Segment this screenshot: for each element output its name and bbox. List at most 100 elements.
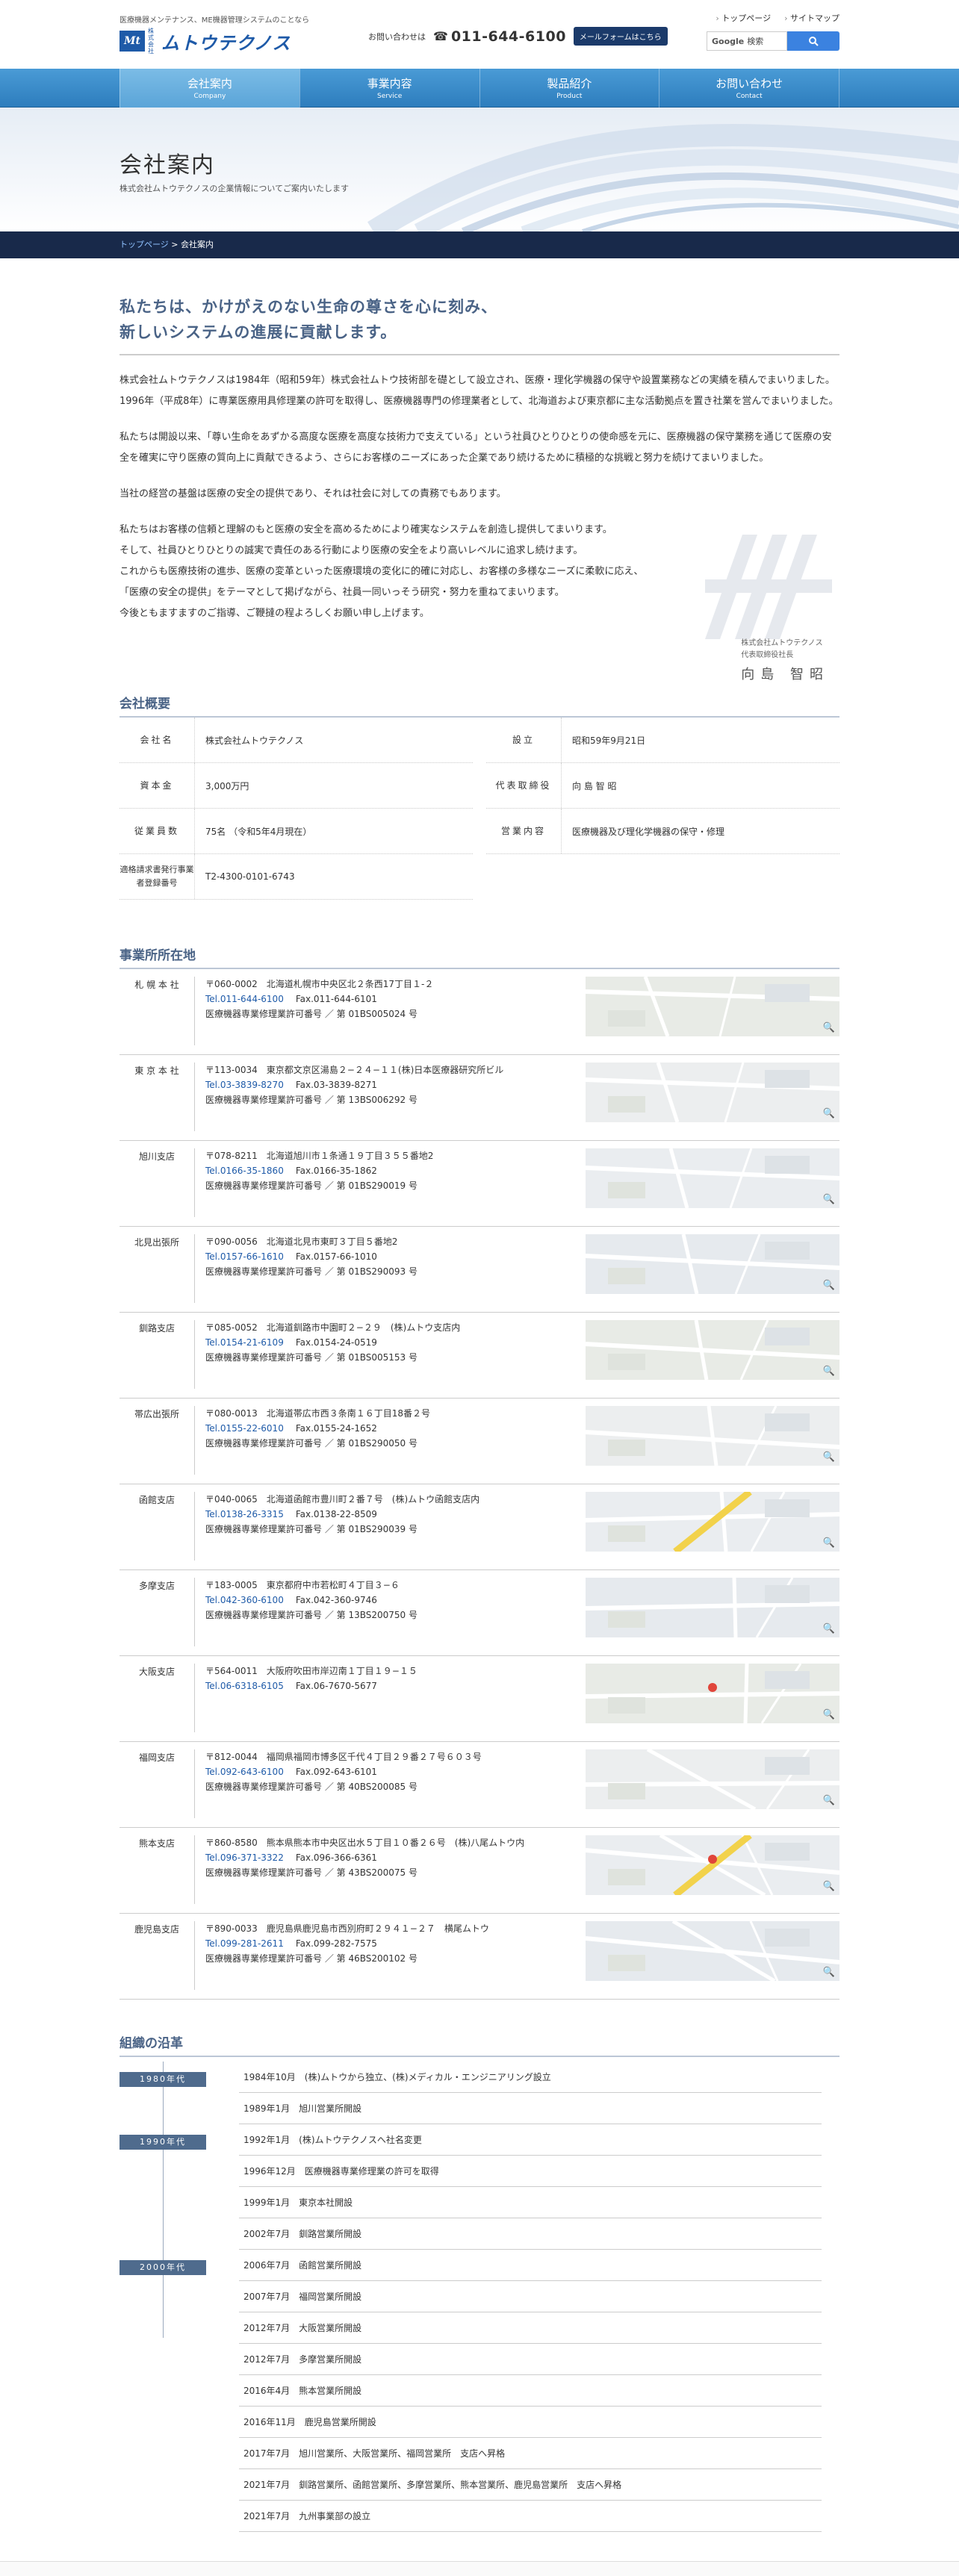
office-license: 医療機器専業修理業許可番号 ／ 第 01BS005024 号	[205, 1009, 418, 1019]
lead-line: 新しいシステムの進展に貢献します。	[120, 323, 397, 341]
office-fax: Fax.0157-66-1010	[295, 1251, 377, 1262]
office-address: 〒078-8211 北海道旭川市１条通１９丁目３５５番地2	[205, 1151, 434, 1161]
office-tel[interactable]: Tel.092-643-6100	[205, 1767, 284, 1777]
office-map[interactable]: 🔍	[586, 1835, 839, 1895]
office-map[interactable]: 🔍	[586, 1406, 839, 1466]
lead-line: 私たちは、かけがえのない生命の尊さを心に刻み、	[120, 298, 497, 316]
zoom-icon[interactable]: 🔍	[823, 1280, 835, 1291]
office-fax: Fax.06-7670-5677	[295, 1681, 377, 1691]
office-tel[interactable]: Tel.0157-66-1610	[205, 1251, 284, 1262]
office-info: 〒085-0052 北海道釧路市中園町２−２９ (株)ムトウ支店内 Tel.015…	[194, 1320, 572, 1389]
history-event: 1999年1月 東京本社開設	[239, 2187, 822, 2218]
office-fax: Fax.0138-22-8509	[295, 1509, 377, 1519]
zoom-icon[interactable]: 🔍	[823, 1709, 835, 1720]
site-logo[interactable]: 医療機器メンテナンス、ME機器管理システムのことなら Mt 株式会社 ムトウテク…	[120, 13, 321, 55]
office-map[interactable]: 🔍	[586, 1320, 839, 1380]
office-tel[interactable]: Tel.042-360-6100	[205, 1595, 284, 1605]
office-map[interactable]: 🔍	[586, 1578, 839, 1637]
office-tel[interactable]: Tel.099-281-2611	[205, 1938, 284, 1949]
nav-item-company[interactable]: 会社案内 Company	[120, 69, 300, 108]
nav-item-service[interactable]: 事業内容 Service	[299, 69, 480, 108]
office-map[interactable]: 🔍	[586, 1234, 839, 1294]
office-tel[interactable]: Tel.0166-35-1860	[205, 1166, 284, 1176]
history-event: 1984年10月 (株)ムトウから独立、(株)メディカル・エンジニアリング設立	[239, 2062, 822, 2093]
row-value: 株式会社ムトウテクノス	[194, 718, 473, 762]
history-event: 2017年7月 旭川営業所、大阪営業所、福岡営業所 支店へ昇格	[239, 2438, 822, 2469]
office-map[interactable]: 🔍	[586, 977, 839, 1036]
history-event: 2002年7月 釧路営業所開設	[239, 2218, 822, 2250]
era-label: 1980年代	[120, 2072, 206, 2087]
office-tel[interactable]: Tel.03-3839-8270	[205, 1080, 284, 1090]
row-value: 75名 （令和5年4月現在）	[194, 809, 473, 853]
zoom-icon[interactable]: 🔍	[823, 1366, 835, 1377]
search-input[interactable]: Google 検索	[707, 31, 787, 51]
zoom-icon[interactable]: 🔍	[823, 1623, 835, 1634]
office-tel[interactable]: Tel.0155-22-6010	[205, 1423, 284, 1434]
office-fax: Fax.092-643-6101	[295, 1767, 377, 1777]
search-placeholder: 検索	[747, 37, 764, 46]
office-tel[interactable]: Tel.0154-21-6109	[205, 1337, 284, 1348]
zoom-icon[interactable]: 🔍	[823, 1795, 835, 1806]
header-phone[interactable]: 011-644-6100	[451, 28, 566, 45]
history-event: 2012年7月 多摩営業所開設	[239, 2344, 822, 2375]
office-address: 〒564-0011 大阪府吹田市岸辺南１丁目１９−１５	[205, 1666, 418, 1676]
office-address: 〒890-0033 鹿児島県鹿児島市西別府町２９４１−２７ 横尾ムトウ	[205, 1923, 489, 1934]
signature: 株式会社ムトウテクノス 代表取締役社長 向島 智昭	[741, 638, 829, 682]
top-link-sitemap[interactable]: サイトマップ	[784, 12, 839, 24]
overview-heading: 会社概要	[120, 693, 839, 718]
map-graphic	[586, 1148, 839, 1208]
office-info: 〒060-0002 北海道札幌市中央区北２条西17丁目１-２ Tel.011-64…	[194, 977, 572, 1045]
office-info: 〒113-0034 東京都文京区湯島２−２４−１１(株)日本医療器研究所ビル Te…	[194, 1063, 572, 1131]
office-info: 〒078-8211 北海道旭川市１条通１９丁目３５５番地2 Tel.0166-35…	[194, 1148, 572, 1217]
office-tel[interactable]: Tel.096-371-3322	[205, 1852, 284, 1863]
table-row: 資本金 3,000万円	[120, 763, 473, 809]
office-address: 〒812-0044 福岡県福岡市博多区千代４丁目２９番２７号６０３号	[205, 1752, 482, 1762]
mail-form-button[interactable]: メールフォームはこちら	[573, 27, 668, 46]
office-map[interactable]: 🔍	[586, 1063, 839, 1122]
office-name: 北見出張所	[134, 1237, 179, 1248]
nav-label: 事業内容	[367, 77, 412, 90]
office-fax: Fax.042-360-9746	[295, 1595, 377, 1605]
zoom-icon[interactable]: 🔍	[823, 1967, 835, 1978]
history-event: 2016年11月 鹿児島営業所開設	[239, 2407, 822, 2438]
office-map[interactable]: 🔍	[586, 1921, 839, 1981]
zoom-icon[interactable]: 🔍	[823, 1022, 835, 1033]
office-map[interactable]: 🔍	[586, 1148, 839, 1208]
page-subtitle: 株式会社ムトウテクノスの企業情報についてご案内いたします	[120, 184, 350, 193]
office-name: 旭川支店	[138, 1151, 175, 1162]
map-graphic	[586, 1749, 839, 1809]
nav-item-product[interactable]: 製品紹介 Product	[479, 69, 659, 108]
office-map[interactable]: 🔍	[586, 1664, 839, 1723]
office-map[interactable]: 🔍	[586, 1492, 839, 1552]
zoom-icon[interactable]: 🔍	[823, 1108, 835, 1119]
history-event: 1992年1月 (株)ムトウテクノスへ社名変更	[239, 2124, 822, 2156]
breadcrumb-home[interactable]: トップページ	[120, 240, 169, 249]
office-address: 〒040-0065 北海道函館市豊川町２番７号 (株)ムトウ函館支店内	[205, 1494, 480, 1505]
office-tel[interactable]: Tel.06-6318-6105	[205, 1681, 284, 1691]
office-tel[interactable]: Tel.0138-26-3315	[205, 1509, 284, 1519]
office-fax: Fax.0166-35-1862	[295, 1166, 377, 1176]
history-event: 2012年7月 大阪営業所開設	[239, 2312, 822, 2344]
office-fax: Fax.099-282-7575	[295, 1938, 377, 1949]
nav-label: 会社案内	[187, 77, 232, 90]
row-key: 設立	[512, 735, 535, 745]
zoom-icon[interactable]: 🔍	[823, 1537, 835, 1549]
zoom-icon[interactable]: 🔍	[823, 1452, 835, 1463]
office-info: 〒564-0011 大阪府吹田市岸辺南１丁目１９−１５ Tel.06-6318-6…	[194, 1664, 572, 1732]
zoom-icon[interactable]: 🔍	[823, 1881, 835, 1892]
top-link-home[interactable]: トップページ	[716, 12, 771, 24]
office-row: 旭川支店 〒078-8211 北海道旭川市１条通１９丁目３５５番地2 Tel.016…	[120, 1141, 839, 1227]
office-license: 医療機器専業修理業許可番号 ／ 第 43BS200075 号	[205, 1867, 418, 1878]
map-graphic	[586, 1406, 839, 1466]
zoom-icon[interactable]: 🔍	[823, 1194, 835, 1205]
office-contact: Tel.0166-35-1860 Fax.0166-35-1862	[205, 1163, 572, 1178]
footer-strip	[0, 2561, 959, 2576]
search-button[interactable]	[787, 31, 839, 51]
table-row: 営業内容 医療機器及び理化学機器の保守・修理	[486, 809, 839, 854]
office-tel[interactable]: Tel.011-644-6100	[205, 994, 284, 1004]
row-key: 従業員数	[134, 826, 179, 836]
nav-item-contact[interactable]: お問い合わせ Contact	[659, 69, 839, 108]
office-info: 〒080-0013 北海道帯広市西３条南１６丁目18番２号 Tel.0155-22…	[194, 1406, 572, 1475]
office-map[interactable]: 🔍	[586, 1749, 839, 1809]
history-event: 2007年7月 福岡営業所開設	[239, 2281, 822, 2312]
